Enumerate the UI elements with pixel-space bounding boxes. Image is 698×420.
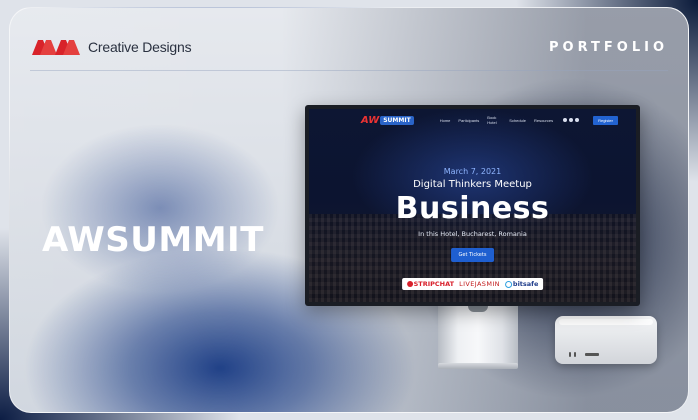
sponsor-bitsafe-label: bitsafe <box>512 280 539 288</box>
stripchat-icon <box>406 281 413 287</box>
event-headline: Business <box>395 191 550 226</box>
monitor-mockup: AW SUMMIT Home Participants Book Hotel S… <box>305 105 640 306</box>
site-nav-schedule[interactable]: Schedule <box>509 118 526 123</box>
site-logo-summit: SUMMIT <box>380 115 414 125</box>
sponsor-bitsafe[interactable]: bitsafe <box>504 280 539 288</box>
sponsor-stripchat-label: STRIPCHAT <box>413 280 455 288</box>
register-button[interactable]: Register <box>593 115 618 125</box>
twitter-icon[interactable] <box>569 118 574 122</box>
brand-name: Creative Designs <box>88 39 192 55</box>
monitor-stand-base <box>438 363 518 369</box>
sponsor-stripchat[interactable]: STRIPCHAT <box>406 280 455 288</box>
header-divider <box>30 70 668 71</box>
brand[interactable]: Creative Designs <box>30 37 192 57</box>
section-label: PORTFOLIO <box>549 39 668 55</box>
event-location: In this Hotel, Bucharest, Romania <box>418 230 527 238</box>
card-slot-icon <box>585 353 599 356</box>
project-title: AWSUMMIT <box>42 220 264 260</box>
website-screenshot: AW SUMMIT Home Participants Book Hotel S… <box>309 109 636 302</box>
usb-port-icon <box>574 352 576 357</box>
site-logo-aw: AW <box>361 114 380 126</box>
sponsor-strip: STRIPCHAT LIVEJASMIN bitsafe <box>401 278 544 290</box>
header: Creative Designs PORTFOLIO <box>30 32 668 62</box>
sponsor-livejasmin[interactable]: LIVEJASMIN <box>459 280 500 288</box>
brand-logo-icon <box>32 40 80 55</box>
get-tickets-button[interactable]: Get Tickets <box>450 248 495 262</box>
bitsafe-icon <box>504 280 512 288</box>
usb-port-icon <box>569 352 571 357</box>
site-nav-home[interactable]: Home <box>440 118 451 123</box>
social-icons <box>563 118 580 122</box>
monitor-stand <box>438 306 518 368</box>
site-logo[interactable]: AW SUMMIT <box>361 115 414 126</box>
site-nav-participants[interactable]: Participants <box>458 118 479 123</box>
site-nav: AW SUMMIT Home Participants Book Hotel S… <box>309 109 636 131</box>
event-date: March 7, 2021 <box>443 167 502 176</box>
instagram-icon[interactable] <box>575 118 580 122</box>
site-nav-resources[interactable]: Resources <box>534 118 553 123</box>
site-nav-book-hotel[interactable]: Book Hotel <box>487 115 501 125</box>
facebook-icon[interactable] <box>563 118 568 122</box>
computer-device <box>555 316 657 364</box>
event-name: Digital Thinkers Meetup <box>413 179 532 190</box>
